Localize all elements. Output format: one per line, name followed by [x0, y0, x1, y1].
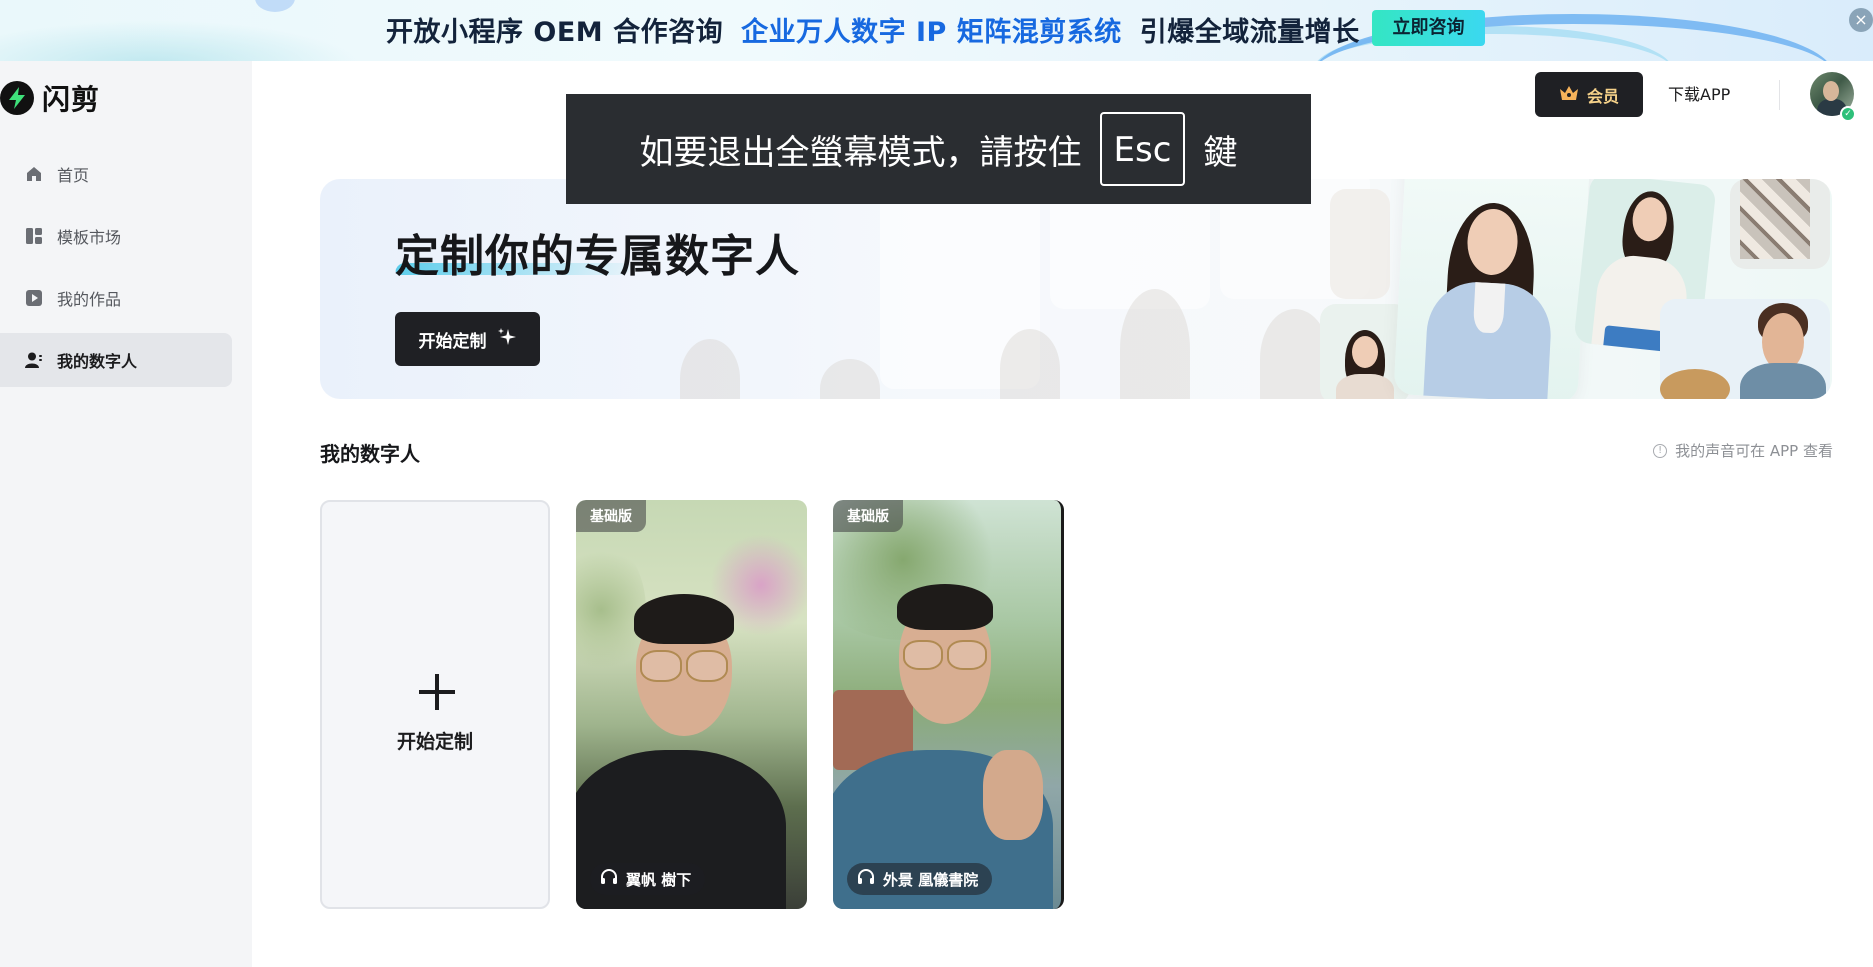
voice-tag: 翼帆 樹下	[590, 863, 706, 895]
tier-badge: 基础版	[833, 500, 903, 532]
header-divider	[1779, 80, 1780, 110]
headset-icon	[857, 868, 875, 890]
vip-label: 会员	[1586, 86, 1619, 106]
digital-human-card[interactable]: 基础版 外景 凰儀書院	[833, 500, 1064, 909]
vip-button[interactable]: 会员	[1535, 72, 1643, 117]
sidebar-item-digital-human[interactable]: 我的数字人	[0, 333, 232, 387]
crown-icon	[1559, 85, 1579, 105]
promo-text-part3: 引爆全域流量增长	[1139, 17, 1360, 48]
card-photo-person	[903, 640, 943, 670]
card-photo-person	[897, 584, 993, 630]
digital-human-card[interactable]: 基础版 翼帆 樹下	[576, 500, 807, 909]
headset-icon	[600, 868, 618, 890]
section-hint: ! 我的声音可在 APP 查看	[1653, 440, 1833, 461]
hero-decoration	[680, 339, 740, 399]
card-photo-person	[686, 650, 728, 682]
add-digital-human-card[interactable]: 开始定制	[320, 500, 550, 909]
sidebar-item-home[interactable]: 首页	[0, 147, 232, 201]
featured-model-card	[1393, 179, 1591, 399]
sidebar-item-label: 我的作品	[57, 290, 122, 309]
promo-text-part2: 企业万人数字 IP 矩阵混剪系统	[741, 17, 1122, 48]
hero-decoration	[1000, 329, 1060, 399]
sparkle-icon	[497, 327, 517, 352]
model-card	[1730, 179, 1830, 269]
lightning-logo-icon	[0, 81, 34, 115]
hero-decoration	[1120, 289, 1190, 399]
sidebar-item-label: 我的数字人	[57, 352, 138, 371]
app-logo[interactable]: 闪剪	[0, 78, 100, 118]
play-icon	[25, 289, 43, 307]
card-photo-person	[947, 640, 987, 670]
sidebar-item-label: 模板市场	[57, 228, 122, 247]
promo-decoration	[0, 20, 360, 61]
card-photo-person	[634, 594, 734, 644]
promo-consult-button[interactable]: 立即咨询	[1372, 10, 1485, 46]
download-app-link[interactable]: 下载APP	[1668, 72, 1730, 117]
promo-close-icon[interactable]: ×	[1849, 8, 1873, 32]
promo-banner[interactable]: 开放小程序 OEM 合作咨询 企业万人数字 IP 矩阵混剪系统 引爆全域流量增长 立…	[0, 0, 1873, 61]
home-icon	[25, 165, 43, 183]
section-title: 我的数字人	[320, 442, 420, 466]
promo-decoration	[255, 0, 295, 12]
add-card-label: 开始定制	[396, 731, 473, 753]
card-photo-person	[983, 750, 1043, 840]
info-icon: !	[1653, 443, 1668, 458]
avatar-face	[1823, 81, 1839, 101]
section-hint-text: 我的声音可在 APP 查看	[1675, 442, 1833, 460]
model-card	[1660, 299, 1830, 399]
sidebar: 闪剪 首页 模板市场 我的作品 我的数字人	[0, 61, 252, 967]
start-customize-button[interactable]: 开始定制	[395, 312, 540, 366]
app-name: 闪剪	[42, 83, 101, 116]
digital-human-icon	[25, 351, 43, 369]
sidebar-nav: 首页 模板市场 我的作品 我的数字人	[0, 147, 252, 395]
hero-banner: 定制你的专属数字人 开始定制	[320, 179, 1832, 399]
toast-text-after: 鍵	[1203, 132, 1238, 173]
grid-icon	[25, 227, 43, 245]
model-card	[1330, 189, 1390, 299]
voice-name: 外景 凰儀書院	[883, 870, 979, 889]
card-photo-person	[640, 650, 682, 682]
tier-badge: 基础版	[576, 500, 646, 532]
promo-text-part1: 开放小程序 OEM 合作咨询	[386, 17, 724, 48]
sidebar-item-templates[interactable]: 模板市场	[0, 209, 232, 263]
fullscreen-exit-toast: 如要退出全螢幕模式，請按住 Esc 鍵	[566, 94, 1311, 204]
voice-name: 翼帆 樹下	[626, 870, 692, 889]
verified-icon: ✓	[1840, 106, 1856, 122]
toast-text-before: 如要退出全螢幕模式，請按住	[639, 132, 1082, 173]
hero-decoration	[820, 359, 880, 399]
esc-key: Esc	[1099, 112, 1186, 186]
start-customize-label: 开始定制	[418, 331, 487, 352]
sidebar-item-works[interactable]: 我的作品	[0, 271, 232, 325]
voice-tag: 外景 凰儀書院	[847, 863, 993, 895]
promo-text: 开放小程序 OEM 合作咨询 企业万人数字 IP 矩阵混剪系统 引爆全域流量增长	[386, 10, 1360, 49]
hero-title: 定制你的专属数字人	[395, 231, 800, 282]
plus-icon	[417, 672, 457, 712]
sidebar-item-label: 首页	[57, 166, 90, 185]
